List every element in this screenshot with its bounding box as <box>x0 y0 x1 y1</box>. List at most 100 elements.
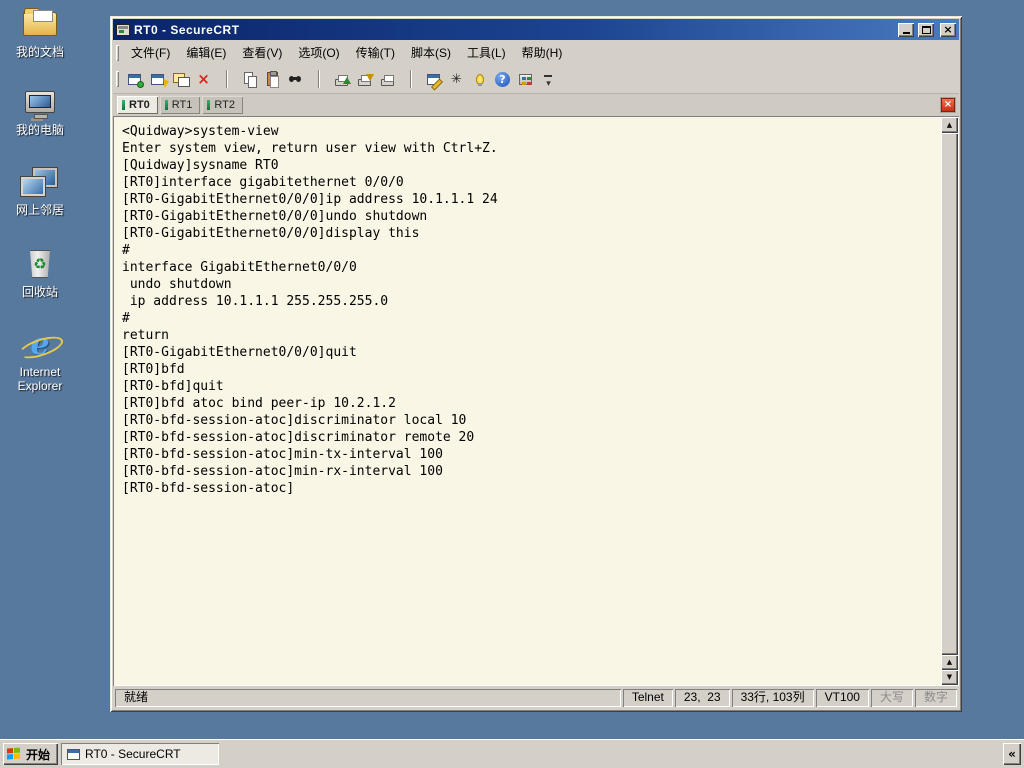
status-emulation: VT100 <box>816 689 869 707</box>
terminal-line: interface GigabitEthernet0/0/0 <box>122 260 357 275</box>
vertical-scrollbar[interactable]: ▲ ▲ ▼ <box>941 117 958 685</box>
quick-connect-icon[interactable] <box>146 68 169 90</box>
desktop-icon-network-places[interactable]: 网上邻居 <box>4 164 76 217</box>
maximize-button[interactable] <box>918 22 934 37</box>
toolbar-separator <box>399 68 422 90</box>
terminal-line: [RT0-GigabitEthernet0/0/0]quit <box>122 345 357 360</box>
terminal-line: undo shutdown <box>122 277 232 292</box>
terminal-line: return <box>122 328 169 343</box>
windows-logo-icon <box>7 747 22 761</box>
terminal-line: <Quidway>system-view <box>122 124 279 139</box>
recycle-bin-icon: ♻ <box>28 246 52 282</box>
scroll-up-icon[interactable]: ▲ <box>941 117 958 133</box>
toolbar-separator <box>215 68 238 90</box>
tab-close-icon[interactable]: × <box>940 97 956 113</box>
status-ready: 就绪 <box>115 689 621 707</box>
menu-item-script[interactable]: 脚本(S) <box>403 41 459 64</box>
internet-explorer-icon: e <box>20 326 60 362</box>
window-title: RT0 - SecureCRT <box>134 22 240 37</box>
scroll-up-icon[interactable]: ▲ <box>941 655 958 670</box>
desktop-icon-label: 回收站 <box>21 285 58 299</box>
terminal-line: [RT0]bfd atoc bind peer-ip 10.2.1.2 <box>122 396 396 411</box>
desktop-icon-recycle-bin[interactable]: ♻ 回收站 <box>4 246 76 299</box>
status-caps-lock: 大写 <box>871 689 913 707</box>
desktop-icon-my-documents[interactable]: 我的文档 <box>4 6 76 59</box>
terminal-line: [RT0]bfd <box>122 362 185 377</box>
status-protocol: Telnet <box>623 689 673 707</box>
terminal-line: [RT0]interface gigabitethernet 0/0/0 <box>122 175 404 190</box>
session-status-icon <box>122 100 125 110</box>
start-label: 开始 <box>26 747 51 762</box>
menu-item-help[interactable]: 帮助(H) <box>514 41 571 64</box>
scroll-down-icon[interactable]: ▼ <box>941 670 958 685</box>
tab-rt0[interactable]: RT0 <box>117 96 158 114</box>
terminal-line: [RT0-GigabitEthernet0/0/0]display this <box>122 226 420 241</box>
menu-item-view[interactable]: 查看(V) <box>234 41 290 64</box>
send-file-icon[interactable] <box>330 68 353 90</box>
my-documents-icon <box>23 6 57 42</box>
menu-item-file[interactable]: 文件(F) <box>123 41 178 64</box>
terminal-line: Enter system view, return user view with… <box>122 141 498 156</box>
scrollbar-thumb[interactable] <box>941 133 958 655</box>
copy-icon[interactable] <box>238 68 261 90</box>
menu-item-transfer[interactable]: 传输(T) <box>348 41 403 64</box>
disconnect-icon[interactable]: × <box>192 68 215 90</box>
task-label: RT0 - SecureCRT <box>85 747 181 761</box>
status-bar: 就绪 Telnet 23, 23 33行, 103列 VT100 大写 数字 <box>113 686 959 709</box>
terminal-line: # <box>122 243 130 258</box>
desktop-icon-my-computer[interactable]: 我的电脑 <box>4 84 76 137</box>
connect-icon[interactable] <box>123 68 146 90</box>
terminal-line: [RT0-bfd-session-atoc]min-tx-interval 10… <box>122 447 443 462</box>
toolbar-grip[interactable] <box>116 71 119 87</box>
session-status-icon <box>207 100 211 110</box>
app-grid-icon[interactable] <box>514 68 537 90</box>
desktop-icon-label: Internet Explorer <box>17 365 63 393</box>
desktop-icon-label: 我的文档 <box>15 45 64 59</box>
tab-label: RT0 <box>129 99 150 111</box>
tab-label: RT2 <box>214 99 235 111</box>
help-icon[interactable]: ? <box>491 68 514 90</box>
connect-in-tab-icon[interactable] <box>169 68 192 90</box>
desktop-icon-label: 网上邻居 <box>15 203 64 217</box>
session-options-icon[interactable] <box>422 68 445 90</box>
print-icon[interactable] <box>376 68 399 90</box>
menu-item-edit[interactable]: 编辑(E) <box>178 41 234 64</box>
app-icon <box>116 23 130 36</box>
tab-bar: RT0 RT1 RT2 × <box>113 93 959 116</box>
terminal-output[interactable]: <Quidway>system-view Enter system view, r… <box>114 117 941 685</box>
tab-rt1[interactable]: RT1 <box>159 96 201 114</box>
start-button[interactable]: 开始 <box>3 743 59 765</box>
menubar-grip[interactable] <box>116 45 119 61</box>
bulb-icon[interactable] <box>468 68 491 90</box>
tab-rt2[interactable]: RT2 <box>202 96 243 114</box>
menu-item-tools[interactable]: 工具(L) <box>459 41 514 64</box>
status-cursor-position: 23, 23 <box>675 689 730 707</box>
terminal-line: [RT0-GigabitEthernet0/0/0]ip address 10.… <box>122 192 498 207</box>
terminal-line: [RT0-bfd-session-atoc]discriminator remo… <box>122 430 475 445</box>
receive-file-icon[interactable] <box>353 68 376 90</box>
terminal-line: [RT0-bfd]quit <box>122 379 224 394</box>
terminal-line: [RT0-bfd-session-atoc]discriminator loca… <box>122 413 467 428</box>
terminal-area: <Quidway>system-view Enter system view, r… <box>113 116 959 686</box>
terminal-line: [RT0-bfd-session-atoc] <box>122 481 295 496</box>
terminal-line: # <box>122 311 130 326</box>
toolbar-overflow-icon[interactable]: ▾ <box>537 68 560 90</box>
terminal-line: [RT0-bfd-session-atoc]min-rx-interval 10… <box>122 464 443 479</box>
taskbar: 开始 RT0 - SecureCRT « <box>0 739 1024 768</box>
securecrt-task-icon <box>67 748 81 760</box>
keyword-highlight-icon[interactable]: ✳ <box>445 68 468 90</box>
taskbar-chevron-icon[interactable]: « <box>1003 743 1021 765</box>
status-terminal-size: 33行, 103列 <box>732 689 814 707</box>
menu-item-options[interactable]: 选项(O) <box>290 41 347 64</box>
taskbar-task-securecrt[interactable]: RT0 - SecureCRT <box>61 743 220 765</box>
desktop-icon-internet-explorer[interactable]: e Internet Explorer <box>4 326 76 394</box>
desktop: 我的文档 我的电脑 网上邻居 ♻ 回收站 e Internet Explorer… <box>0 0 1024 768</box>
paste-icon[interactable] <box>261 68 284 90</box>
terminal-line: [Quidway]sysname RT0 <box>122 158 279 173</box>
find-icon[interactable] <box>284 68 307 90</box>
toolbar-separator <box>307 68 330 90</box>
title-bar[interactable]: RT0 - SecureCRT × <box>113 19 959 40</box>
minimize-button[interactable] <box>898 22 914 37</box>
tab-label: RT1 <box>171 99 193 111</box>
close-button[interactable]: × <box>940 22 956 37</box>
